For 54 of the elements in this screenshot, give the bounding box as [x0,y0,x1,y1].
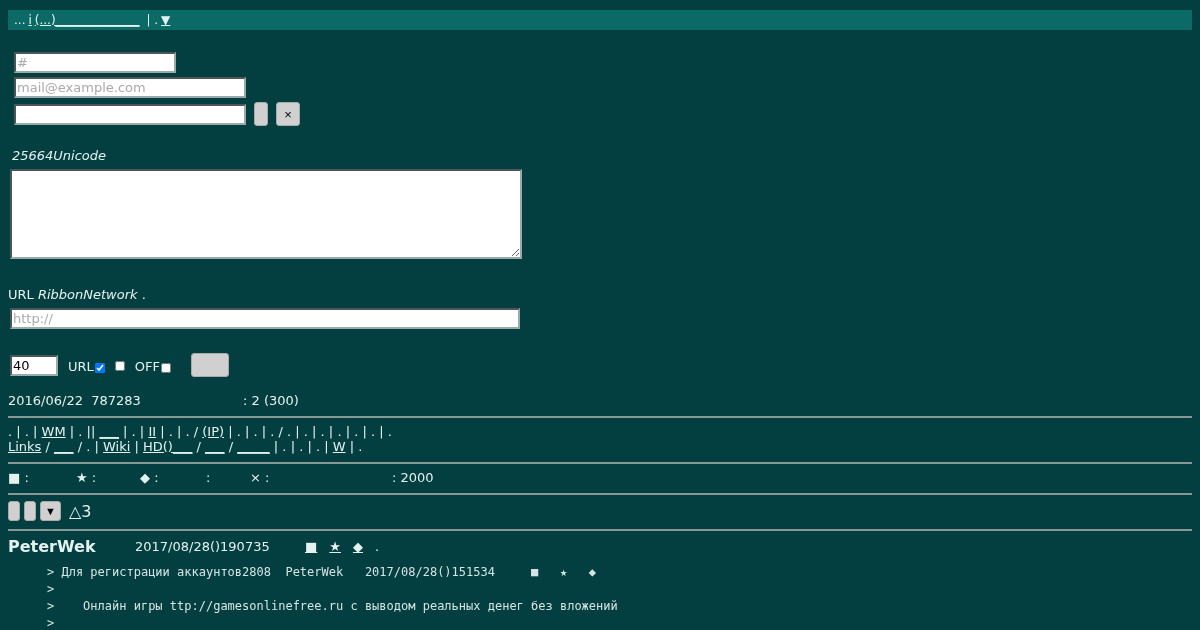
post-date: 2017/08/28()190735 [135,539,271,554]
close-button[interactable]: × [276,102,300,126]
option-label: URL [68,358,94,374]
post-action[interactable]: ◆ [352,539,363,554]
text-field[interactable] [14,103,246,125]
blank-button[interactable] [254,102,268,126]
email-field[interactable]: mail@example.com [14,77,246,98]
checkbox[interactable] [94,363,105,373]
nav-link[interactable]: Links [8,439,42,454]
option-label: OFF [134,358,160,374]
quote-line: > Онлайн игры ttp://gamesonlinefree.ru с выводом реальных денег без вложений [47,598,619,615]
nav-link[interactable]: ___ [99,424,119,439]
nav-link[interactable]: WM [41,424,66,439]
nav-link[interactable]: ___ [54,439,74,454]
nav-line: . | . | WM | . || ___ | . | II | . | . / (IP) | . | . | . / . | . | . | . | . | . | . [8,424,393,439]
nav-link[interactable]: ___ [205,439,225,454]
quote-line: > [47,581,56,598]
nav-line: Links / ___ / . | Wiki | HD()___ / ___ / _____ | . | . | . | W | . [8,439,364,454]
top-bar: ... i (...)______________ | . ▼ [8,10,1192,30]
nav-link[interactable]: II [148,424,157,439]
author-name: PeterWek [8,537,97,556]
url-field[interactable]: http:// [10,308,520,329]
legend-item: ■ : [8,470,30,485]
legend-item: ◆ : [140,470,160,485]
counter-text: △3 [68,501,92,521]
checkbox[interactable] [114,360,125,371]
quote-line: > Для регистрации аккаунтов2808 PeterWek 2017/08/28()151534 ■ ★ ◆ [47,564,598,581]
legend-item: : 2000 [392,470,435,485]
date-text: 2016/06/22 787283 [8,393,142,408]
nav-link[interactable]: i [28,13,32,27]
number-field[interactable]: # [14,52,176,73]
nav-link[interactable]: Wiki [103,439,131,454]
nav-link[interactable]: _____ [237,439,270,454]
count-text: : 2 (300) [243,393,299,408]
legend-item: ★ : [76,470,98,485]
legend-item: × : [250,470,271,485]
nav-link[interactable]: (...)______________ [34,13,140,27]
size-field[interactable]: 40 [10,354,58,376]
dropdown-button[interactable]: ▼ [40,501,61,521]
url-label: URL RibbonNetwork . [8,287,147,302]
post-action[interactable]: ★ [329,539,341,554]
comment-label: 25664Unicode [12,148,108,163]
post-action[interactable]: ■ [305,539,318,554]
nav-link[interactable]: ▼ [161,13,171,27]
blank-button[interactable] [8,501,20,521]
dot-text: . [374,539,380,554]
comment-field[interactable] [10,169,522,259]
nav-link[interactable]: HD()___ [142,439,193,454]
legend-item: : [206,470,212,485]
checkbox[interactable] [161,363,171,373]
nav-link[interactable]: (IP) [202,424,225,439]
quote-line: > [47,615,56,630]
blank-button[interactable] [24,501,36,521]
nav-link[interactable]: W [332,439,346,454]
